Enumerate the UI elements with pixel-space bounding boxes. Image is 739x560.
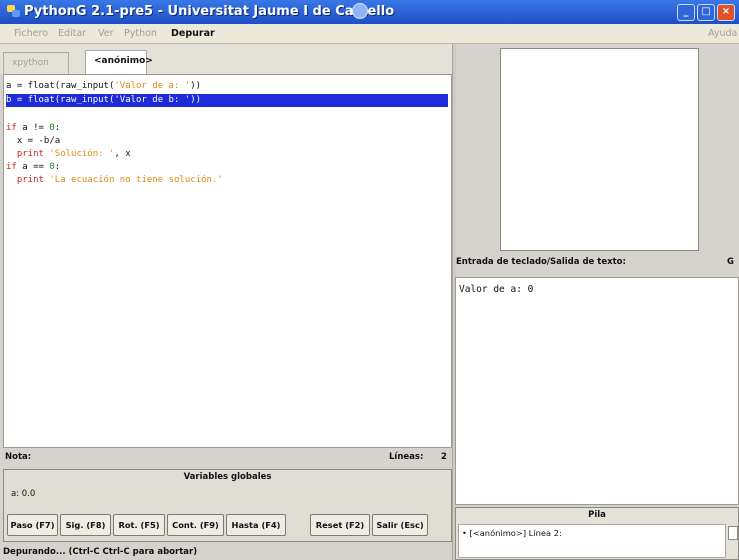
debug-buttons: Paso (F7) Sig. (F8) Rot. (F5) Cont. (F9)… — [7, 514, 448, 538]
console-output: Valor de a: 0 — [459, 284, 534, 295]
io-tab-g[interactable]: G — [727, 257, 734, 267]
code-editor[interactable]: a = float(raw_input('Valor de a: ')) b =… — [3, 74, 452, 448]
code-line-6[interactable]: print 'Solución: ', x — [6, 148, 131, 161]
stack-scroll-handle[interactable] — [728, 526, 738, 540]
title-badge-icon — [352, 3, 368, 19]
globals-entry: a: 0.0 — [11, 489, 36, 499]
continue-button[interactable]: Cont. (F9) — [167, 514, 224, 536]
reset-button[interactable]: Reset (F2) — [310, 514, 370, 536]
menu-bar: Fichero Editar Ver Python Depurar Ayuda — [0, 24, 739, 44]
lines-value: 2 — [441, 452, 447, 462]
stack-list[interactable]: • [<anónimo>] Línea 2: — [458, 524, 726, 558]
code-string: 'Valor de a: ' — [114, 81, 191, 91]
editor-status: Nota: Líneas: 2 — [3, 451, 452, 465]
code-line-4[interactable]: if a != 0: — [6, 122, 60, 135]
note-label: Nota: — [5, 452, 32, 462]
stack-panel: Pila • [<anónimo>] Línea 2: — [455, 507, 739, 560]
menu-ver[interactable]: Ver — [98, 28, 114, 39]
code-line-1[interactable]: a = float(raw_input('Valor de a: ')) — [6, 80, 201, 93]
text-console[interactable]: Valor de a: 0 — [455, 277, 739, 505]
menu-depurar[interactable]: Depurar — [171, 28, 215, 39]
globals-header: Variables globales — [183, 472, 272, 482]
button-spacer — [288, 514, 310, 538]
menu-python[interactable]: Python — [124, 28, 157, 39]
title-bar[interactable]: PythonG 2.1-pre5 - Universitat Jaume I d… — [0, 0, 739, 24]
tab-anonimo[interactable]: <anónimo> — [85, 50, 153, 74]
python-logo-icon — [6, 4, 22, 19]
tab-xpython[interactable]: xpython — [3, 52, 69, 74]
window-controls: _ □ × — [677, 4, 735, 21]
editor-tabs: xpython <anónimo> — [0, 44, 452, 74]
step-button[interactable]: Paso (F7) — [7, 514, 58, 536]
menu-editar[interactable]: Editar — [58, 28, 86, 39]
graphics-canvas — [500, 48, 699, 251]
stack-header: Pila — [588, 510, 606, 520]
code-line-7[interactable]: if a == 0: — [6, 161, 60, 174]
minimize-button[interactable]: _ — [677, 4, 695, 21]
code-line-8[interactable]: print 'La ecuación no tiene solución.' — [6, 174, 223, 187]
exit-button[interactable]: Salir (Esc) — [372, 514, 428, 536]
rot-button[interactable]: Rot. (F5) — [113, 514, 165, 536]
close-button[interactable]: × — [717, 4, 735, 21]
until-button[interactable]: Hasta (F4) — [226, 514, 286, 536]
maximize-button[interactable]: □ — [697, 4, 715, 21]
debug-status-text: Depurando... (Ctrl-C Ctrl-C para abortar… — [3, 547, 198, 557]
next-button[interactable]: Sig. (F8) — [60, 514, 111, 536]
menu-ayuda[interactable]: Ayuda — [708, 28, 737, 39]
globals-panel: Variables globales a: 0.0 Paso (F7) Sig.… — [3, 469, 452, 542]
code-line-5[interactable]: x = -b/a — [6, 135, 60, 148]
lines-label: Líneas: — [389, 452, 424, 462]
window-title: PythonG 2.1-pre5 - Universitat Jaume I d… — [24, 4, 395, 19]
code-line-2-selected[interactable]: b = float(raw_input('Valor de b: ')) — [6, 94, 448, 107]
stack-entry[interactable]: • [<anónimo>] Línea 2: — [462, 528, 562, 538]
menu-fichero[interactable]: Fichero — [14, 28, 48, 39]
io-label: Entrada de teclado/Salida de texto: — [456, 257, 626, 267]
